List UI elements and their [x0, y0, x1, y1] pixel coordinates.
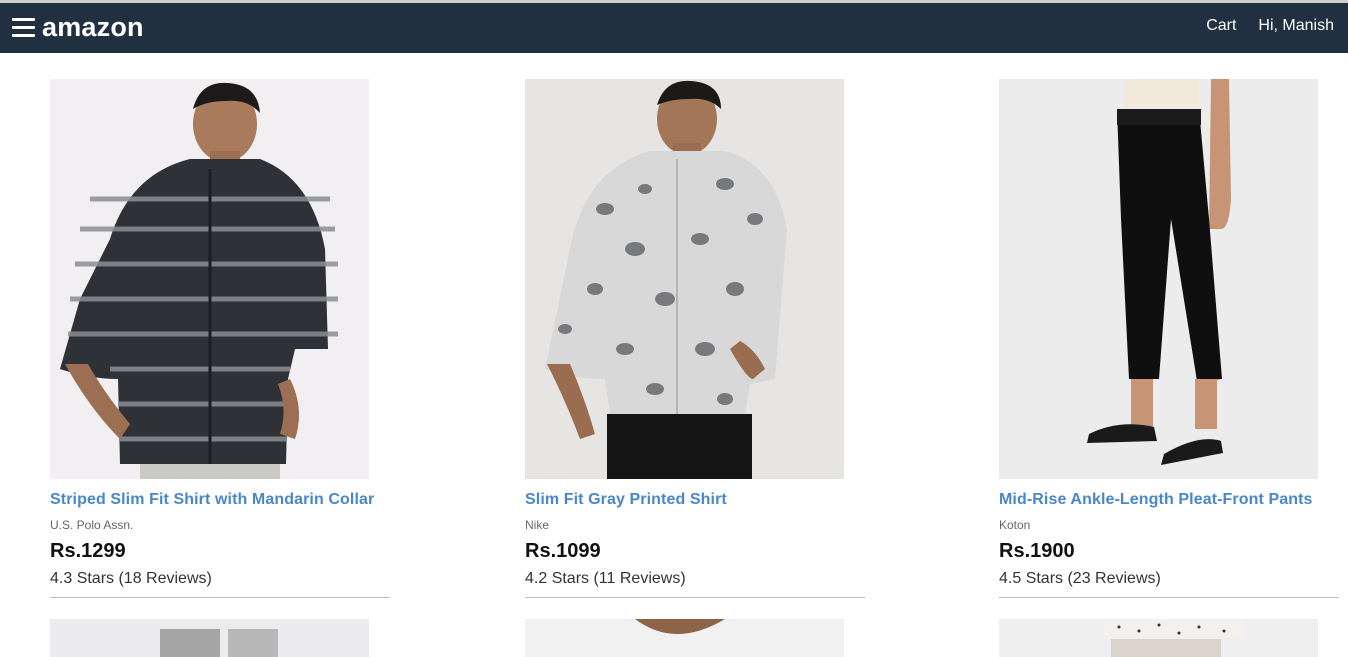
product-image[interactable]	[525, 79, 844, 479]
product-brand: Nike	[525, 518, 550, 532]
product-image[interactable]	[50, 79, 369, 479]
product-price: Rs.1099	[525, 540, 601, 562]
amazon-logo[interactable]: amazon	[42, 12, 144, 43]
product-price: Rs.1299	[50, 540, 126, 562]
product-card: Mid-Rise Ankle-Length Pleat-Front Pants …	[999, 79, 1339, 598]
card-divider	[525, 597, 865, 598]
hamburger-menu-icon[interactable]	[12, 17, 35, 39]
product-image[interactable]	[999, 79, 1318, 479]
product-card: Slim Fit Gray Printed Shirt Nike Rs.1099…	[525, 79, 865, 598]
product-brand: U.S. Polo Assn.	[50, 518, 134, 532]
product-title-link[interactable]: Striped Slim Fit Shirt with Mandarin Col…	[50, 491, 390, 509]
product-card: Striped Slim Fit Shirt with Mandarin Col…	[50, 79, 390, 598]
user-greeting-link[interactable]: Hi, Manish	[1258, 17, 1334, 35]
top-navbar: amazon Cart Hi, Manish	[0, 3, 1348, 53]
product-rating: 4.5 Stars (23 Reviews)	[999, 570, 1161, 587]
product-rating: 4.2 Stars (11 Reviews)	[525, 570, 686, 587]
cart-link[interactable]: Cart	[1206, 17, 1236, 35]
card-divider	[50, 597, 390, 598]
product-image-row2[interactable]	[999, 619, 1318, 657]
product-brand: Koton	[999, 518, 1031, 532]
product-rating: 4.3 Stars (18 Reviews)	[50, 570, 212, 587]
product-title-link[interactable]: Mid-Rise Ankle-Length Pleat-Front Pants	[999, 491, 1339, 509]
product-title-link[interactable]: Slim Fit Gray Printed Shirt	[525, 491, 865, 509]
product-image-row2[interactable]	[525, 619, 844, 657]
header-right-nav: Cart Hi, Manish	[1206, 17, 1334, 35]
product-image-row2[interactable]	[50, 619, 369, 657]
card-divider	[999, 597, 1339, 598]
product-price: Rs.1900	[999, 540, 1075, 562]
